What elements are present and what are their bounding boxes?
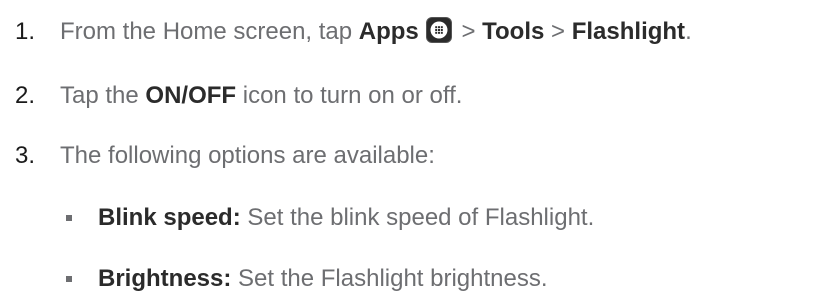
step-text: From the Home screen, tap Apps > Tools >… [60,17,692,47]
tools-label: Tools [482,18,545,45]
apps-label: Apps [358,18,419,45]
step-number: 1. [15,18,36,45]
option-desc: Set the blink speed of Flashlight. [240,204,595,231]
apps-grid-icon [425,17,452,43]
option-text: Blink speed: Set the blink speed of Flas… [98,203,594,233]
step-text-plain: icon to turn on or off. [236,82,463,109]
step-number: 3. [15,142,36,169]
period: . [685,18,692,45]
step-number: 2. [15,82,36,109]
flashlight-label: Flashlight [571,18,686,45]
separator: > [454,18,483,45]
step-text-plain: Tap the [60,82,146,109]
option-term: Brightness: [98,265,232,292]
option-term: Blink speed: [98,204,241,231]
step-text-plain: From the Home screen, tap [60,18,359,45]
separator: > [544,18,572,45]
step-text: The following options are available: [60,142,435,169]
bullet-icon [66,215,72,221]
off-label: OFF [188,82,237,109]
bullet-icon [66,276,72,282]
option-text: Brightness: Set the Flashlight brightnes… [98,264,548,294]
option-desc: Set the Flashlight brightness. [231,265,548,292]
step-text: Tap the ON/OFF icon to turn on or off. [60,81,462,111]
on-label: ON [145,82,182,109]
